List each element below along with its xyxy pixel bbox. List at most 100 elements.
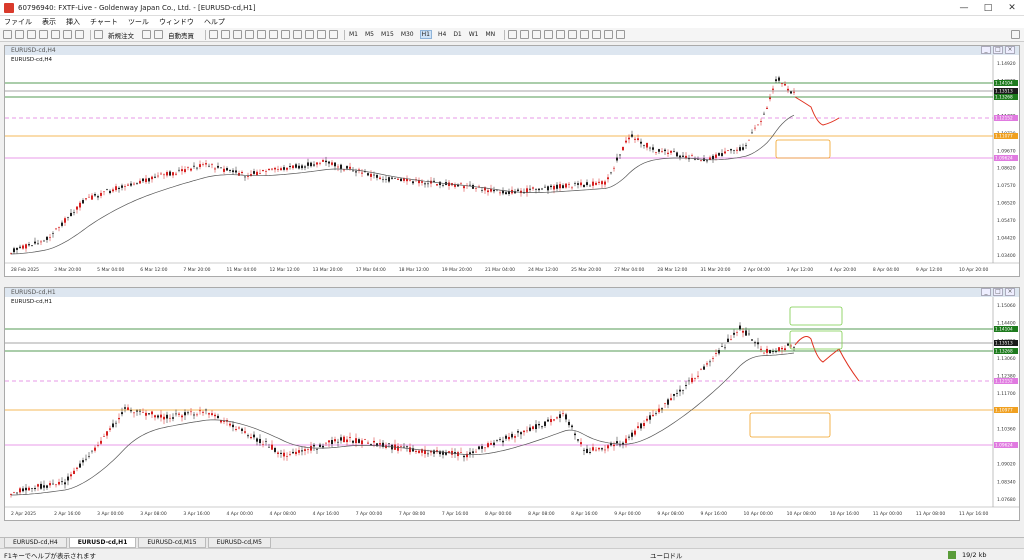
menu-insert[interactable]: 挿入 bbox=[66, 17, 80, 27]
indicators-icon[interactable] bbox=[305, 30, 314, 39]
tester-icon[interactable] bbox=[75, 30, 84, 39]
candle-body bbox=[385, 179, 387, 180]
candle-body bbox=[205, 409, 207, 411]
chart-shift-icon[interactable] bbox=[281, 30, 290, 39]
candle-body bbox=[292, 165, 294, 169]
metaeditor-icon[interactable] bbox=[142, 30, 151, 39]
candle-body bbox=[310, 445, 312, 451]
label-icon[interactable] bbox=[604, 30, 614, 39]
chart-window-h1-title: EURUSD-cd,H1 bbox=[11, 289, 56, 296]
terminal-icon[interactable] bbox=[63, 30, 72, 39]
candle-body bbox=[439, 181, 441, 186]
candle-body bbox=[709, 361, 711, 363]
new-chart-icon[interactable] bbox=[3, 30, 12, 39]
candle-body bbox=[715, 154, 717, 158]
window-close-button[interactable]: × bbox=[1005, 46, 1015, 54]
line-chart-icon[interactable] bbox=[233, 30, 242, 39]
candle-body bbox=[790, 91, 792, 94]
candle-body bbox=[82, 460, 84, 463]
tf-m5[interactable]: M5 bbox=[364, 31, 375, 38]
candle-body bbox=[568, 183, 570, 185]
tile-windows-icon[interactable] bbox=[269, 30, 278, 39]
crosshair-icon[interactable] bbox=[520, 30, 530, 39]
menu-tools[interactable]: ツール bbox=[128, 17, 149, 27]
candle-body bbox=[298, 450, 300, 453]
autoscroll-icon[interactable] bbox=[293, 30, 302, 39]
chart-window-h4: EURUSD-cd,H4 _□× 1.149201.138701.128201.… bbox=[4, 45, 1020, 277]
vertical-line-icon[interactable] bbox=[532, 30, 542, 39]
candle-body bbox=[772, 351, 774, 353]
minimize-button[interactable]: — bbox=[952, 0, 976, 16]
tf-mn[interactable]: MN bbox=[485, 31, 497, 38]
channel-icon[interactable] bbox=[568, 30, 578, 39]
candle-body bbox=[370, 444, 372, 446]
tf-w1[interactable]: W1 bbox=[468, 31, 480, 38]
trendline-icon[interactable] bbox=[556, 30, 566, 39]
candle-body bbox=[319, 162, 321, 164]
tf-m1[interactable]: M1 bbox=[348, 31, 359, 38]
candle-body bbox=[784, 348, 786, 351]
profiles-icon[interactable] bbox=[15, 30, 24, 39]
navigator-icon[interactable] bbox=[51, 30, 60, 39]
candle-body bbox=[124, 407, 126, 409]
candle-body bbox=[118, 417, 120, 420]
candle-body bbox=[58, 227, 60, 228]
price-chart-h1[interactable]: 1.150601.144001.137201.130601.123801.117… bbox=[5, 297, 1019, 520]
market-watch-icon[interactable] bbox=[27, 30, 36, 39]
candle-body bbox=[121, 185, 123, 188]
candle-body bbox=[583, 449, 585, 451]
tf-h4[interactable]: H4 bbox=[437, 31, 447, 38]
menu-view[interactable]: 表示 bbox=[42, 17, 56, 27]
window-close-button[interactable]: × bbox=[1005, 288, 1015, 296]
candle-body bbox=[136, 182, 138, 184]
zoom-out-icon[interactable] bbox=[257, 30, 266, 39]
tab-eurusd-m15[interactable]: EURUSD-cd,M15 bbox=[138, 538, 206, 548]
close-button[interactable]: ✕ bbox=[1000, 0, 1024, 16]
menu-chart[interactable]: チャート bbox=[90, 17, 118, 27]
tab-eurusd-h4[interactable]: EURUSD-cd,H4 bbox=[4, 538, 67, 548]
search-icon[interactable] bbox=[1011, 30, 1020, 39]
cursor-icon[interactable] bbox=[508, 30, 518, 39]
periods-icon[interactable] bbox=[317, 30, 326, 39]
tf-m30[interactable]: M30 bbox=[400, 31, 415, 38]
data-window-icon[interactable] bbox=[39, 30, 48, 39]
arrows-icon[interactable] bbox=[616, 30, 626, 39]
candle-body bbox=[91, 450, 93, 452]
candle-body bbox=[106, 189, 108, 190]
window-restore-button[interactable]: □ bbox=[993, 288, 1003, 296]
price-chart-h4[interactable]: 1.149201.138701.128201.117701.107201.096… bbox=[5, 55, 1019, 276]
candle-body bbox=[589, 452, 591, 453]
menu-window[interactable]: ウィンドウ bbox=[159, 17, 194, 27]
candle-body bbox=[103, 436, 105, 437]
tf-d1[interactable]: D1 bbox=[452, 31, 462, 38]
candle-body bbox=[721, 153, 723, 156]
menu-file[interactable]: ファイル bbox=[4, 17, 32, 27]
candle-body bbox=[208, 413, 210, 415]
bar-chart-icon[interactable] bbox=[209, 30, 218, 39]
horizontal-line-icon[interactable] bbox=[544, 30, 554, 39]
tf-m15[interactable]: M15 bbox=[380, 31, 395, 38]
candle-chart-icon[interactable] bbox=[221, 30, 230, 39]
window-minimize-button[interactable]: _ bbox=[981, 288, 991, 296]
fibonacci-icon[interactable] bbox=[580, 30, 590, 39]
auto-trade-button[interactable]: 自動売買 bbox=[166, 30, 196, 40]
tf-h1[interactable]: H1 bbox=[419, 30, 432, 39]
zoom-in-icon[interactable] bbox=[245, 30, 254, 39]
tab-eurusd-m5[interactable]: EURUSD-cd,M5 bbox=[207, 538, 271, 548]
candle-body bbox=[739, 325, 741, 330]
new-order-button[interactable]: 新規注文 bbox=[106, 30, 136, 40]
text-icon[interactable] bbox=[592, 30, 602, 39]
time-tick-label: 9 Apr 08:00 bbox=[657, 511, 684, 517]
templates-icon[interactable] bbox=[329, 30, 338, 39]
candle-body bbox=[340, 437, 342, 441]
maximize-button[interactable]: □ bbox=[976, 0, 1000, 16]
price-level-tag-label: 1.13268 bbox=[995, 95, 1013, 101]
candle-body bbox=[748, 333, 750, 335]
window-restore-button[interactable]: □ bbox=[993, 46, 1003, 54]
menu-help[interactable]: ヘルプ bbox=[204, 17, 225, 27]
candle-body bbox=[706, 363, 708, 365]
window-minimize-button[interactable]: _ bbox=[981, 46, 991, 54]
candle-body bbox=[154, 415, 156, 418]
candle-body bbox=[409, 180, 411, 182]
tab-eurusd-h1[interactable]: EURUSD-cd,H1 bbox=[68, 538, 137, 548]
